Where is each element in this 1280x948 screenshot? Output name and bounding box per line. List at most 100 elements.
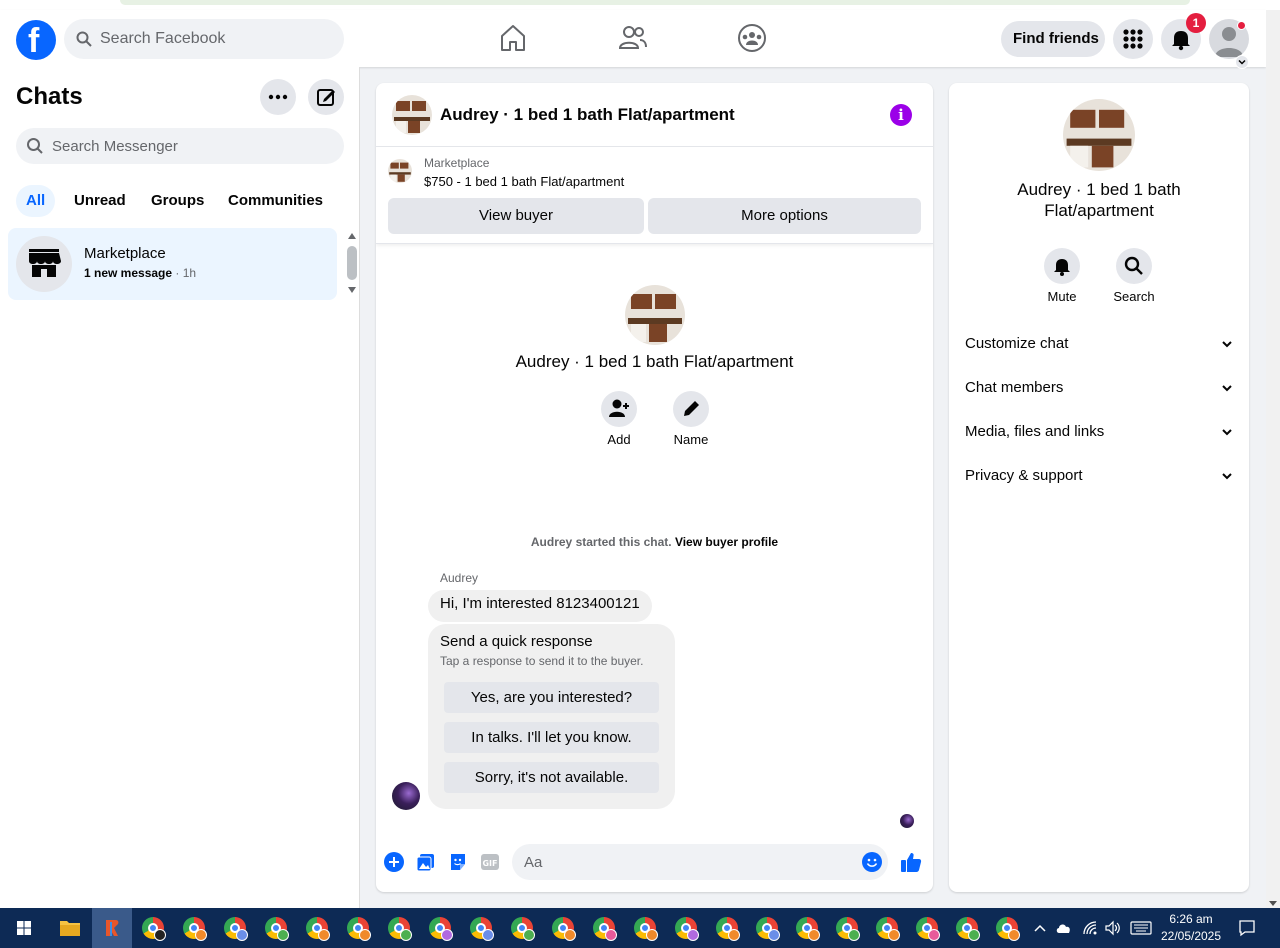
find-friends-button[interactable]: Find friends (1001, 21, 1105, 57)
add-label: Add (607, 432, 631, 447)
new-message-button[interactable] (308, 79, 344, 115)
account-alert-dot (1237, 21, 1246, 30)
chrome-taskbar-icon[interactable] (174, 908, 214, 948)
chrome-taskbar-icon[interactable] (947, 908, 987, 948)
chrome-taskbar-icon[interactable] (543, 908, 583, 948)
sender-avatar[interactable] (392, 782, 420, 810)
sidebar-scrollbar-thumb[interactable] (347, 246, 357, 280)
quick-response-option[interactable]: Sorry, it's not available. (444, 762, 659, 793)
sidebar-scroll-up[interactable] (348, 233, 356, 239)
chevron-up-icon[interactable] (1032, 921, 1048, 935)
mute-button[interactable]: Mute (1032, 248, 1092, 304)
chrome-icon (956, 917, 980, 941)
chrome-taskbar-icon[interactable] (502, 908, 542, 948)
chrome-taskbar-icon[interactable] (707, 908, 747, 948)
chrome-taskbar-icon[interactable] (461, 908, 501, 948)
sticker-icon[interactable] (448, 852, 468, 872)
notification-center-icon[interactable] (1238, 919, 1256, 937)
chrome-taskbar-icon[interactable] (987, 908, 1027, 948)
keyboard-icon[interactable] (1130, 921, 1152, 935)
cloud-icon[interactable] (1054, 920, 1074, 936)
section-media-files-links[interactable]: Media, files and links (965, 414, 1233, 450)
chrome-taskbar-icon[interactable] (133, 908, 173, 948)
scroll-down-arrow[interactable] (1269, 901, 1277, 906)
chrome-taskbar-icon[interactable] (379, 908, 419, 948)
thumbs-up-icon[interactable] (900, 851, 922, 873)
chrome-icon (876, 917, 900, 941)
chat-info-panel: Audrey · 1 bed 1 bath Flat/apartment Mut… (949, 83, 1249, 892)
chrome-taskbar-icon[interactable] (338, 908, 378, 948)
quick-response-option[interactable]: In talks. I'll let you know. (444, 722, 659, 753)
filter-tab-unread[interactable]: Unread (64, 185, 136, 217)
quick-response-option[interactable]: Yes, are you interested? (444, 682, 659, 713)
chrome-taskbar-icon[interactable] (625, 908, 665, 948)
seen-indicator-avatar (900, 814, 914, 828)
chrome-taskbar-icon[interactable] (827, 908, 867, 948)
account-chevron-icon[interactable] (1235, 55, 1249, 69)
chat-list-item[interactable]: Marketplace 1 new message · 1h (8, 228, 337, 300)
listing-photo-icon (1063, 99, 1135, 171)
active-app-taskbar-icon[interactable] (92, 908, 132, 948)
listing-description[interactable]: $750 - 1 bed 1 bath Flat/apartment (424, 174, 624, 189)
emoji-icon[interactable] (862, 852, 882, 872)
search-icon (76, 31, 92, 47)
chat-options-button[interactable] (260, 79, 296, 115)
listing-thumbnail[interactable] (388, 159, 412, 183)
filter-tab-groups[interactable]: Groups (141, 185, 214, 217)
messenger-search-input[interactable]: Search Messenger (16, 128, 344, 164)
home-icon[interactable] (498, 23, 528, 53)
message-input[interactable]: Aa (512, 844, 888, 880)
chrome-taskbar-icon[interactable] (787, 908, 827, 948)
thread-title[interactable]: Audrey · 1 bed 1 bath Flat/apartment (440, 105, 735, 125)
search-in-chat-button[interactable]: Search (1104, 248, 1164, 304)
add-person-icon (601, 391, 637, 427)
chrome-taskbar-icon[interactable] (584, 908, 624, 948)
facebook-logo[interactable]: f (16, 20, 56, 60)
section-label: Media, files and links (965, 423, 1105, 440)
plus-circle-icon[interactable] (384, 852, 404, 872)
profile-badge (646, 929, 658, 941)
chat-preview-text: 1 new message (84, 266, 173, 280)
file-explorer-taskbar-icon[interactable] (50, 908, 90, 948)
message-bubble[interactable]: Hi, I'm interested 8123400121 (428, 590, 652, 622)
more-options-button[interactable]: More options (648, 198, 921, 234)
clock-time: 6:26 am (1169, 912, 1213, 926)
facebook-search-input[interactable]: Search Facebook (64, 19, 344, 59)
filter-tab-all[interactable]: All (16, 185, 56, 217)
network-icon[interactable] (1082, 920, 1098, 936)
chrome-icon (716, 917, 740, 941)
view-buyer-button[interactable]: View buyer (388, 198, 644, 234)
chrome-taskbar-icon[interactable] (907, 908, 947, 948)
chrome-taskbar-icon[interactable] (297, 908, 337, 948)
photo-icon[interactable] (416, 852, 436, 872)
chrome-taskbar-icon[interactable] (747, 908, 787, 948)
chat-preview: 1 new message · 1h (84, 266, 196, 280)
menu-grid-button[interactable] (1113, 19, 1153, 59)
chrome-taskbar-icon[interactable] (867, 908, 907, 948)
thread-avatar[interactable] (392, 95, 432, 135)
name-chat-button[interactable]: Name (661, 391, 721, 447)
filter-tab-communities[interactable]: Communities (218, 185, 333, 217)
system-clock[interactable]: 6:26 am 22/05/2025 (1160, 911, 1222, 945)
groups-icon[interactable] (737, 23, 767, 53)
profile-badge (277, 929, 289, 941)
chrome-taskbar-icon[interactable] (666, 908, 706, 948)
start-button[interactable] (4, 908, 44, 948)
section-customize-chat[interactable]: Customize chat (965, 326, 1233, 362)
add-people-button[interactable]: Add (589, 391, 649, 447)
info-icon[interactable]: i (890, 104, 912, 126)
chrome-taskbar-icon[interactable] (256, 908, 296, 948)
chat-time: 1h (182, 266, 197, 280)
section-chat-members[interactable]: Chat members (965, 370, 1233, 406)
chat-time-separator: · (172, 266, 183, 280)
volume-icon[interactable] (1104, 920, 1122, 936)
view-buyer-profile-link[interactable]: View buyer profile (675, 535, 778, 549)
gif-icon[interactable]: GIF (480, 852, 500, 872)
page-scrollbar[interactable] (1266, 10, 1280, 908)
chrome-taskbar-icon[interactable] (215, 908, 255, 948)
pencil-icon (673, 391, 709, 427)
chrome-taskbar-icon[interactable] (420, 908, 460, 948)
friends-icon[interactable] (618, 23, 648, 53)
section-privacy-support[interactable]: Privacy & support (965, 458, 1233, 494)
sidebar-scroll-down[interactable] (348, 287, 356, 293)
